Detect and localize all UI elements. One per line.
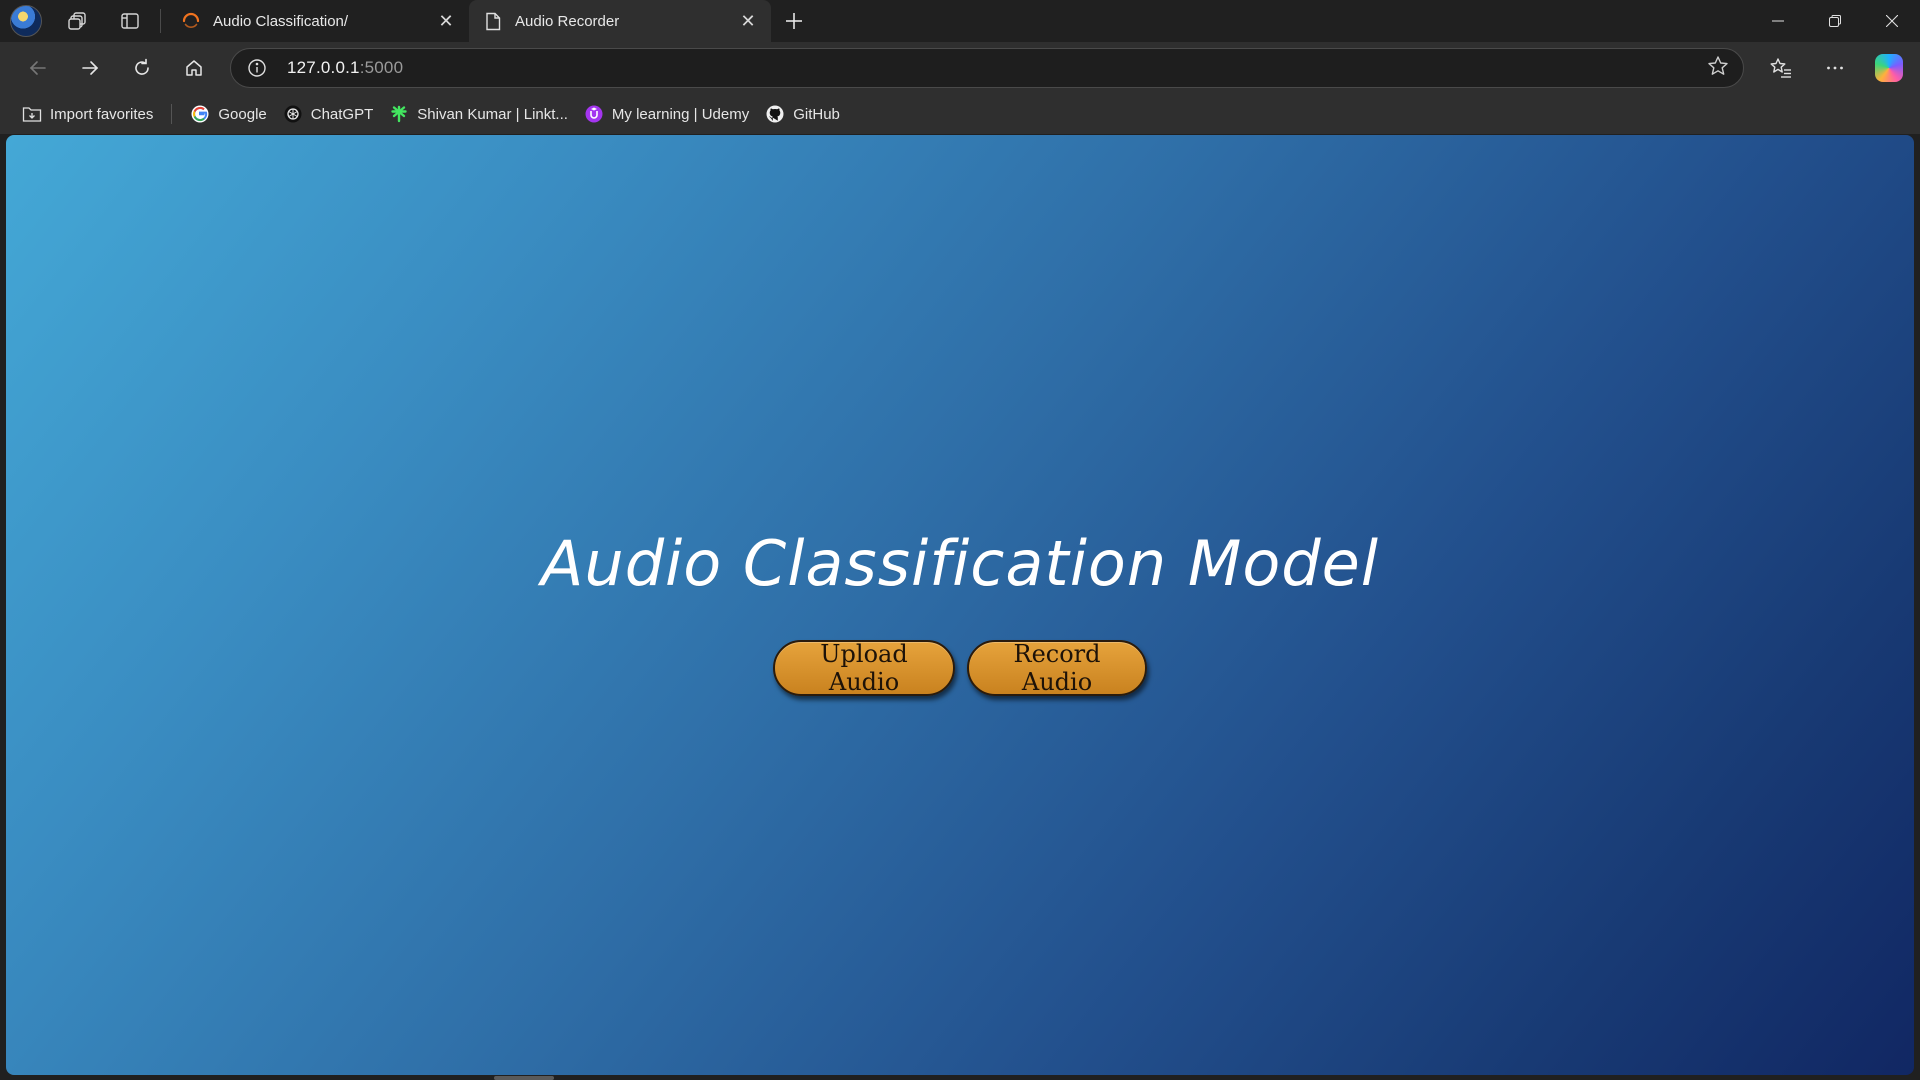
restore-button[interactable] bbox=[1806, 0, 1863, 42]
minimize-icon bbox=[1771, 20, 1784, 22]
tab-actions-icon bbox=[121, 13, 139, 29]
browser-toolbar: 127.0.0.1:5000 bbox=[0, 42, 1920, 94]
tab-title: Audio Recorder bbox=[515, 12, 620, 30]
bookmark-udemy[interactable]: My learning | Udemy bbox=[576, 99, 757, 129]
window-controls bbox=[1749, 0, 1920, 42]
bookmarks-divider bbox=[171, 104, 173, 124]
restore-icon bbox=[1828, 15, 1841, 27]
document-icon bbox=[483, 11, 503, 31]
bookmark-label: ChatGPT bbox=[310, 105, 374, 123]
url-host: 127.0.0.1 bbox=[287, 58, 360, 77]
site-info-icon[interactable] bbox=[245, 56, 269, 80]
bookmark-google[interactable]: Google bbox=[182, 99, 274, 129]
back-arrow-icon bbox=[29, 61, 46, 75]
profile-avatar-icon bbox=[10, 5, 42, 37]
profile-button[interactable] bbox=[0, 0, 52, 42]
tab-title: Audio Classification/ bbox=[213, 12, 349, 30]
bookmark-linktree[interactable]: Shivan Kumar | Linkt... bbox=[381, 99, 576, 129]
new-tab-button[interactable] bbox=[771, 0, 817, 42]
workspaces-button[interactable] bbox=[52, 0, 104, 42]
chatgpt-icon bbox=[283, 104, 303, 124]
favorites-button[interactable] bbox=[1754, 48, 1808, 88]
close-tab-icon[interactable]: ✕ bbox=[737, 10, 759, 32]
settings-more-button[interactable] bbox=[1808, 48, 1862, 88]
bookmark-import-favorites[interactable]: Import favorites bbox=[14, 99, 161, 129]
bookmark-label: Import favorites bbox=[50, 105, 154, 123]
github-icon bbox=[765, 104, 785, 124]
favorites-bar: Import favorites Google ChatGPT Shivan K… bbox=[0, 94, 1920, 134]
back-button[interactable] bbox=[12, 48, 64, 88]
horizontal-scrollbar[interactable] bbox=[494, 1076, 554, 1080]
url-port: :5000 bbox=[359, 58, 404, 77]
tab-audio-recorder[interactable]: Audio Recorder ✕ bbox=[469, 0, 771, 42]
udemy-icon bbox=[584, 104, 604, 124]
close-icon bbox=[1885, 15, 1898, 27]
refresh-button[interactable] bbox=[116, 48, 168, 88]
action-buttons: Upload Audio Record Audio bbox=[773, 639, 1147, 696]
bookmark-label: Google bbox=[218, 105, 267, 123]
vertical-tabs-button[interactable] bbox=[104, 0, 156, 42]
url-text[interactable]: 127.0.0.1:5000 bbox=[287, 58, 403, 78]
page-title: Audio Classification Model bbox=[540, 526, 1380, 600]
bookmark-label: Shivan Kumar | Linkt... bbox=[417, 105, 568, 123]
address-bar[interactable]: 127.0.0.1:5000 bbox=[230, 48, 1744, 88]
favorites-list-icon bbox=[1770, 58, 1791, 78]
loading-ring-icon bbox=[181, 11, 201, 31]
more-dots-icon bbox=[1827, 66, 1843, 70]
favorite-star-icon[interactable] bbox=[1707, 55, 1729, 82]
home-icon bbox=[186, 60, 202, 76]
upload-audio-button[interactable]: Upload Audio bbox=[773, 639, 955, 696]
bookmark-github[interactable]: GitHub bbox=[757, 99, 848, 129]
forward-button[interactable] bbox=[64, 48, 116, 88]
copilot-icon bbox=[1875, 54, 1903, 82]
forward-arrow-icon bbox=[82, 61, 99, 75]
titlebar-divider bbox=[160, 9, 161, 33]
page-viewport: Audio Classification Model Upload Audio … bbox=[6, 135, 1914, 1075]
close-tab-icon[interactable]: ✕ bbox=[435, 10, 457, 32]
browser-title-bar: Audio Classification/ ✕ Audio Recorder ✕ bbox=[0, 0, 1920, 42]
page-container: Audio Classification Model Upload Audio … bbox=[6, 135, 1914, 1075]
bookmark-label: GitHub bbox=[793, 105, 840, 123]
bookmark-chatgpt[interactable]: ChatGPT bbox=[275, 99, 382, 129]
close-window-button[interactable] bbox=[1863, 0, 1920, 42]
record-audio-button[interactable]: Record Audio bbox=[967, 639, 1147, 696]
tab-audio-classification[interactable]: Audio Classification/ ✕ bbox=[167, 0, 469, 42]
home-button[interactable] bbox=[168, 48, 220, 88]
google-icon bbox=[190, 104, 210, 124]
workspaces-icon bbox=[68, 12, 86, 30]
refresh-icon bbox=[135, 58, 149, 75]
minimize-button[interactable] bbox=[1749, 0, 1806, 42]
copilot-button[interactable] bbox=[1862, 48, 1916, 88]
plus-icon bbox=[786, 13, 802, 29]
bookmark-label: My learning | Udemy bbox=[611, 105, 750, 123]
linktree-icon bbox=[389, 104, 409, 124]
import-favorites-icon bbox=[22, 104, 42, 124]
toolbar-actions bbox=[1754, 48, 1916, 88]
